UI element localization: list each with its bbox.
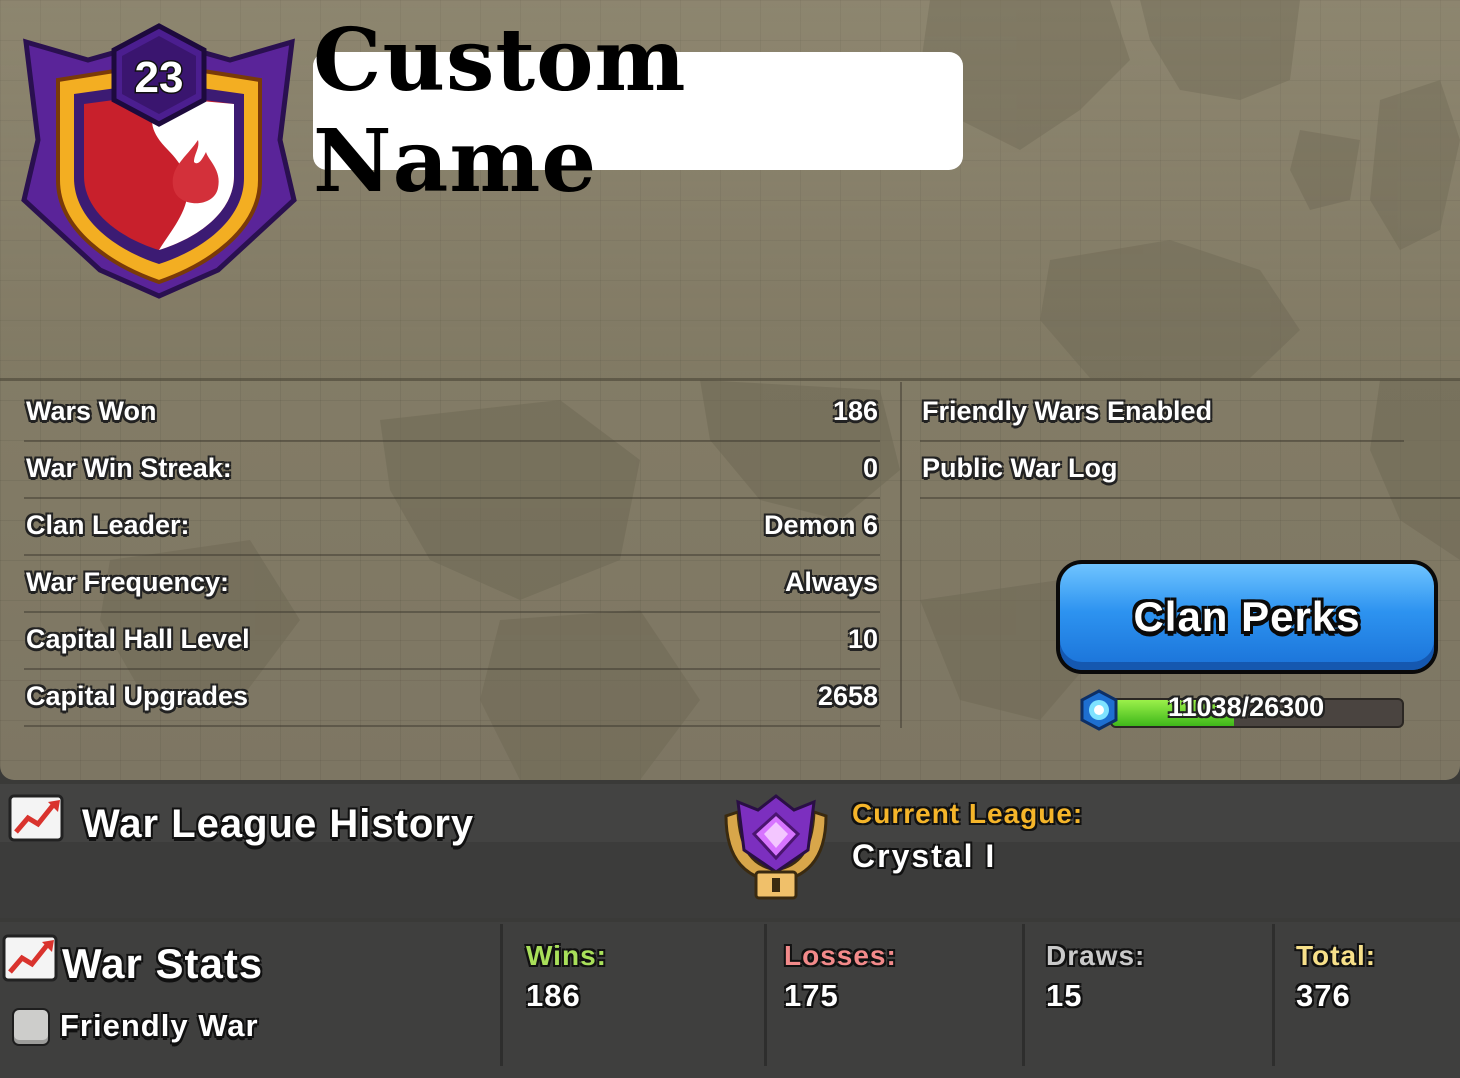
stat-row-win-streak: War Win Streak: 0 xyxy=(24,441,880,499)
clan-name: Custom Name xyxy=(313,10,687,212)
current-league-value: Crystal I xyxy=(852,838,997,874)
clan-name-box: Custom Name xyxy=(313,10,963,212)
clan-perks-button-face[interactable]: Clan Perks xyxy=(1060,564,1434,670)
clan-perks-label: Clan Perks xyxy=(1133,593,1361,640)
clan-perks-button[interactable]: Clan Perks xyxy=(1056,560,1438,674)
stat-row-war-frequency: War Frequency: Always xyxy=(24,555,880,613)
draws-value: 15 xyxy=(1046,978,1083,1013)
friendly-war-checkbox[interactable] xyxy=(12,1008,50,1046)
column-divider xyxy=(900,382,902,728)
crystal-league-icon xyxy=(724,794,828,900)
stat-label: Capital Hall Level xyxy=(26,624,250,654)
stat-value: Always xyxy=(784,567,878,597)
stats-column-divider xyxy=(500,924,503,1066)
stat-value: 186 xyxy=(832,396,878,426)
losses-value: 175 xyxy=(784,978,839,1013)
clan-xp-text: 11038/26300 xyxy=(1168,692,1325,722)
stat-value[interactable]: Demon 6 xyxy=(764,510,878,541)
stat-row-capital-upgrades: Capital Upgrades 2658 xyxy=(24,669,880,727)
war-log-row: Public War Log xyxy=(920,441,1460,499)
stats-column-divider xyxy=(1272,924,1275,1066)
clan-profile-screen: 23 Custom Name Wars Won 186 War Win Stre… xyxy=(0,0,1460,1078)
stat-label: Wars Won xyxy=(26,396,157,426)
wins-column: Wins: 186 xyxy=(526,940,607,1014)
chart-trend-icon xyxy=(2,934,58,982)
stat-label: War Frequency: xyxy=(26,567,230,597)
stats-column-divider xyxy=(1022,924,1025,1066)
stats-column-divider xyxy=(764,924,767,1066)
total-column: Total: 376 xyxy=(1296,940,1376,1014)
stat-value: 2658 xyxy=(817,681,878,711)
draws-label: Draws: xyxy=(1046,940,1146,971)
clan-badge: 23 xyxy=(21,23,297,299)
losses-label: Losses: xyxy=(784,940,897,971)
stat-label: War Win Streak: xyxy=(26,453,232,483)
draws-column: Draws: 15 xyxy=(1046,940,1145,1014)
friendly-wars-label: Friendly Wars Enabled xyxy=(922,396,1213,426)
clan-level-text: 23 xyxy=(135,53,184,102)
war-stats-title: War Stats xyxy=(62,940,264,987)
stat-label: Clan Leader: xyxy=(26,510,190,540)
war-log-label: Public War Log xyxy=(922,453,1118,483)
friendly-war-label[interactable]: Friendly War xyxy=(60,1008,259,1044)
total-label: Total: xyxy=(1296,940,1377,971)
total-value: 376 xyxy=(1296,978,1351,1013)
war-league-history-title[interactable]: War League History xyxy=(82,802,474,847)
stat-row-wars-won: Wars Won 186 xyxy=(24,384,880,442)
stat-label: Capital Upgrades xyxy=(26,681,249,711)
wins-label: Wins: xyxy=(526,940,607,971)
friendly-wars-row: Friendly Wars Enabled xyxy=(920,384,1404,442)
clan-xp-icon xyxy=(1080,689,1118,731)
stat-row-capital-hall: Capital Hall Level 10 xyxy=(24,612,880,670)
losses-column: Losses: 175 xyxy=(784,940,897,1014)
stat-row-clan-leader[interactable]: Clan Leader: Demon 6 xyxy=(24,498,880,556)
stat-value: 0 xyxy=(862,453,878,483)
chart-trend-icon xyxy=(8,794,64,842)
stat-value: 10 xyxy=(847,624,878,654)
wins-value: 186 xyxy=(526,978,581,1013)
current-league-label: Current League: xyxy=(852,798,1084,829)
